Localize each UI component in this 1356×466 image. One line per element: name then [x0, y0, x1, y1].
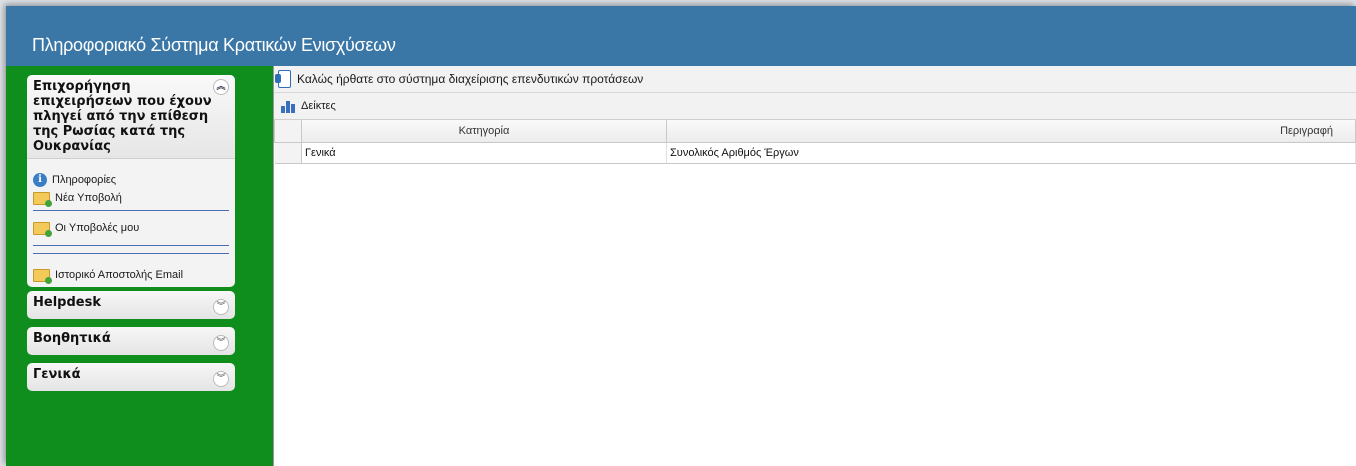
panel-helpdesk[interactable]: Helpdesk ︾	[27, 291, 235, 319]
panel-aids[interactable]: Βοηθητικά ︾	[27, 327, 235, 355]
welcome-text: Καλώς ήρθατε στο σύστημα διαχείρισης επε…	[297, 72, 644, 86]
table-row[interactable]: Γενικά Συνολικός Αριθμός Έργων	[274, 142, 1356, 164]
column-header-category[interactable]: Κατηγορία	[301, 120, 667, 143]
chart-icon	[280, 99, 295, 113]
folder-add-icon	[33, 221, 52, 237]
menu-item-my-submissions[interactable]: Οι Υποβολές μου	[33, 219, 229, 237]
expand-icon[interactable]: ︾	[213, 335, 229, 351]
welcome-bar: Καλώς ήρθατε στο σύστημα διαχείρισης επε…	[274, 66, 1356, 93]
expand-icon[interactable]: ︾	[213, 299, 229, 315]
panel-ukraine-grant-menu: i Πληροφορίες Νέα Υποβολή Οι Υποβολές μο…	[27, 159, 235, 292]
menu-item-email-history-label: Ιστορικό Αποστολής Email	[55, 269, 184, 281]
panel-ukraine-grant: Επιχορήγηση επιχειρήσεων που έχουν πληγε…	[27, 75, 235, 287]
panel-general-title: Γενικά	[33, 367, 81, 382]
menu-item-email-history[interactable]: Ιστορικό Αποστολής Email	[33, 266, 229, 284]
app-window: Πληροφοριακό Σύστημα Κρατικών Ενισχύσεων…	[6, 6, 1356, 466]
menu-item-new-submission[interactable]: Νέα Υποβολή	[33, 189, 229, 207]
cell-description: Συνολικός Αριθμός Έργων	[666, 142, 1356, 164]
cell-category: Γενικά	[301, 142, 667, 164]
row-selector-header	[274, 120, 302, 143]
info-icon: i	[33, 173, 47, 187]
menu-separator	[33, 253, 229, 254]
main-content: Καλώς ήρθατε στο σύστημα διαχείρισης επε…	[273, 66, 1356, 466]
expand-icon[interactable]: ︾	[213, 371, 229, 387]
column-header-description[interactable]: Περιγραφή	[666, 120, 1356, 143]
panel-helpdesk-title: Helpdesk	[33, 295, 101, 310]
row-selector[interactable]	[274, 142, 302, 164]
toolbar: Δείκτες	[274, 93, 1356, 120]
menu-item-my-submissions-label: Οι Υποβολές μου	[55, 222, 140, 234]
menu-separator	[33, 210, 229, 211]
menu-item-info-label: Πληροφορίες	[52, 174, 117, 186]
folder-add-icon	[33, 268, 52, 284]
menu-separator	[33, 245, 229, 246]
panel-general[interactable]: Γενικά ︾	[27, 363, 235, 391]
menu-item-new-submission-label: Νέα Υποβολή	[55, 192, 122, 204]
sidebar: Επιχορήγηση επιχειρήσεων που έχουν πληγε…	[6, 66, 273, 466]
panel-ukraine-grant-header[interactable]: Επιχορήγηση επιχειρήσεων που έχουν πληγε…	[27, 75, 235, 159]
panel-aids-title: Βοηθητικά	[33, 331, 111, 346]
indicators-button[interactable]: Δείκτες	[301, 100, 336, 112]
folder-add-icon	[33, 191, 52, 207]
panel-ukraine-grant-title: Επιχορήγηση επιχειρήσεων που έχουν πληγε…	[33, 79, 212, 154]
indicators-table: Κατηγορία Περιγραφή Γενικά Συνολικός Αρι…	[274, 120, 1356, 164]
app-header: Πληροφοριακό Σύστημα Κρατικών Ενισχύσεων	[6, 6, 1356, 66]
app-title: Πληροφοριακό Σύστημα Κρατικών Ενισχύσεων	[32, 35, 396, 55]
document-icon	[275, 70, 291, 88]
menu-item-info[interactable]: i Πληροφορίες	[33, 171, 229, 189]
collapse-icon[interactable]: ︽	[213, 79, 229, 95]
